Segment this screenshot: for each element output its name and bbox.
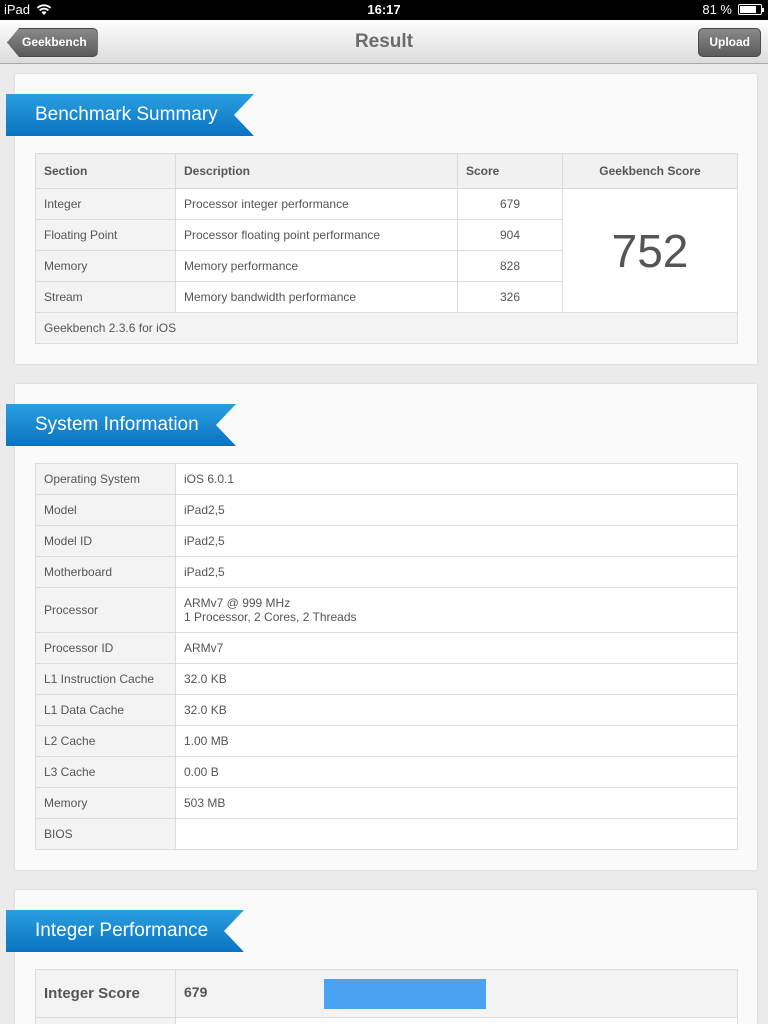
info-value: 32.0 KB: [175, 694, 738, 726]
table-row: Integer Score 679: [35, 969, 738, 1018]
info-value: ARMv7: [175, 632, 738, 664]
info-value: iOS 6.0.1: [175, 463, 738, 495]
header-section: Section: [35, 153, 176, 189]
system-information-table: Operating System iOS 6.0.1 Model iPad2,5…: [35, 463, 738, 850]
benchmark-summary-table: Section Description Score Geekbench Scor…: [35, 153, 738, 344]
integer-score-cell: 679: [175, 969, 738, 1018]
table-row: Operating System iOS 6.0.1: [35, 463, 738, 495]
system-information-heading: System Information: [6, 404, 236, 446]
info-label: Memory: [35, 787, 176, 819]
table-row: Memory 503 MB: [35, 787, 738, 819]
info-label: Model: [35, 494, 176, 526]
info-value: iPad2,5: [175, 494, 738, 526]
header-description: Description: [175, 153, 458, 189]
integer-score-bar: [324, 978, 486, 1009]
score-cell: 326: [457, 281, 563, 313]
info-value: ARMv7 @ 999 MHz 1 Processor, 2 Cores, 2 …: [175, 587, 738, 633]
info-label: L1 Instruction Cache: [35, 663, 176, 695]
score-cell: 828: [457, 250, 563, 282]
table-row: Model iPad2,5: [35, 494, 738, 526]
status-bar: iPad 16:17 81 %: [0, 0, 768, 20]
header-geekbench-score: Geekbench Score: [562, 153, 738, 189]
info-value: [175, 818, 738, 850]
page-title: Result: [354, 31, 414, 52]
info-label: Operating System: [35, 463, 176, 495]
description-cell: Processor integer performance: [175, 188, 458, 220]
integer-score-value: 679: [184, 984, 208, 1001]
info-label: BIOS: [35, 818, 176, 850]
info-value: iPad2,5: [175, 525, 738, 557]
info-label: L1 Data Cache: [35, 694, 176, 726]
processor-topology: 1 Processor, 2 Cores, 2 Threads: [184, 610, 357, 624]
upload-button[interactable]: Upload: [698, 28, 761, 57]
description-cell: Memory bandwidth performance: [175, 281, 458, 313]
navigation-bar: Geekbench Result Upload: [0, 20, 768, 64]
description-cell: Processor floating point performance: [175, 219, 458, 251]
battery-icon: [738, 4, 764, 15]
info-value: iPad2,5: [175, 556, 738, 588]
table-cell: [35, 1017, 176, 1024]
section-cell: Stream: [35, 281, 176, 313]
info-label: L3 Cache: [35, 756, 176, 788]
info-value: 503 MB: [175, 787, 738, 819]
info-label: Processor: [35, 587, 176, 633]
info-label: Motherboard: [35, 556, 176, 588]
integer-performance-table: Integer Score 679: [35, 969, 738, 1024]
table-row: L1 Data Cache 32.0 KB: [35, 694, 738, 726]
table-row: Processor ID ARMv7: [35, 632, 738, 664]
table-row: Motherboard iPad2,5: [35, 556, 738, 588]
section-cell: Floating Point: [35, 219, 176, 251]
description-cell: Memory performance: [175, 250, 458, 282]
section-cell: Integer: [35, 188, 176, 220]
integer-performance-panel: Integer Performance Integer Score 679: [15, 890, 757, 1024]
section-cell: Memory: [35, 250, 176, 282]
integer-performance-heading: Integer Performance: [6, 910, 244, 952]
info-label: Model ID: [35, 525, 176, 557]
score-cell: 904: [457, 219, 563, 251]
table-row: Integer Processor integer performance 67…: [35, 188, 738, 313]
info-label: L2 Cache: [35, 725, 176, 757]
processor-speed: ARMv7 @ 999 MHz: [184, 596, 291, 610]
table-row: BIOS: [35, 818, 738, 850]
status-time: 16:17: [367, 2, 401, 17]
info-value: 0.00 B: [175, 756, 738, 788]
version-footer: Geekbench 2.3.6 for iOS: [35, 312, 738, 344]
header-score: Score: [457, 153, 563, 189]
info-value: 1.00 MB: [175, 725, 738, 757]
integer-score-label: Integer Score: [35, 969, 176, 1018]
table-row: L3 Cache 0.00 B: [35, 756, 738, 788]
table-row: Model ID iPad2,5: [35, 525, 738, 557]
table-cell: [175, 1017, 738, 1024]
info-label: Processor ID: [35, 632, 176, 664]
table-row: L1 Instruction Cache 32.0 KB: [35, 663, 738, 695]
score-cell: 679: [457, 188, 563, 220]
table-row: L2 Cache 1.00 MB: [35, 725, 738, 757]
system-information-panel: System Information Operating System iOS …: [15, 384, 757, 870]
geekbench-score-value: 752: [562, 188, 738, 313]
table-row: Processor ARMv7 @ 999 MHz 1 Processor, 2…: [35, 587, 738, 633]
info-value: 32.0 KB: [175, 663, 738, 695]
benchmark-summary-heading: Benchmark Summary: [6, 94, 254, 136]
battery-percent: 81 %: [702, 2, 732, 17]
benchmark-summary-panel: Benchmark Summary Section Description Sc…: [15, 74, 757, 364]
